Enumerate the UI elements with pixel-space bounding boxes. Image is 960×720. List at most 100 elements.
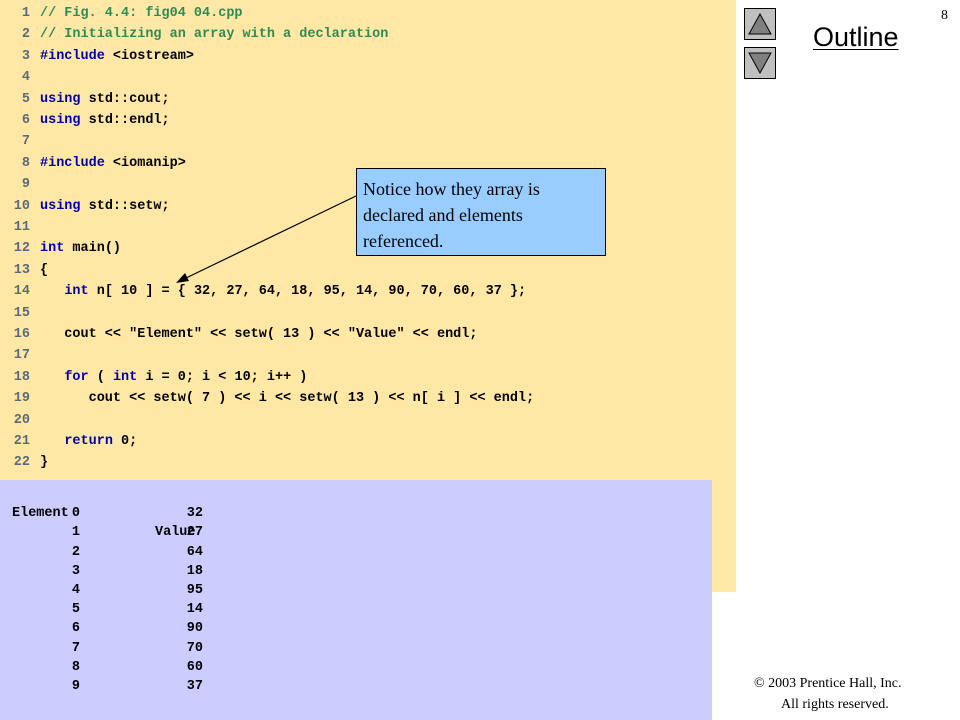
- code-line: 19 cout << setw( 7 ) << i << setw( 13 ) …: [0, 390, 534, 408]
- code-line: 12 int main(): [0, 240, 121, 258]
- copyright-line-1: © 2003 Prentice Hall, Inc.: [754, 676, 902, 691]
- callout-note: Notice how they array is declared and el…: [356, 168, 606, 256]
- line-number: 11: [13, 220, 30, 235]
- code-keyword: using: [40, 198, 81, 214]
- code-text: main(): [64, 241, 122, 257]
- code-text: <iomanip>: [104, 155, 186, 171]
- output-element-index: 9: [71, 679, 80, 694]
- code-keyword: int: [112, 369, 138, 385]
- line-number: 10: [13, 198, 30, 214]
- copyright-line-2: All rights reserved.: [781, 697, 889, 712]
- line-number: 12: [13, 241, 30, 257]
- code-keyword: return: [64, 434, 113, 449]
- line-number: 19: [13, 391, 30, 407]
- output-element-value: 32: [186, 506, 203, 522]
- line-number: 9: [21, 177, 30, 193]
- code-text: cout << setw( 7 ) << i << setw( 13 ) << …: [40, 391, 535, 407]
- output-row: 9 37: [0, 677, 712, 696]
- line-number: 17: [13, 348, 30, 364]
- code-line: 21 return 0;: [0, 433, 137, 451]
- line-number: 18: [13, 369, 30, 385]
- code-line: 17: [0, 347, 40, 365]
- code-text: }: [40, 455, 49, 471]
- output-row: 7 70: [0, 639, 712, 658]
- output-element-index: 8: [71, 659, 80, 675]
- code-text: n[ 10 ] = { 32, 27, 64, 18, 95, 14, 90, …: [88, 284, 527, 300]
- line-number: 16: [13, 327, 30, 342]
- output-row: 4 95: [0, 581, 712, 600]
- line-number: 13: [13, 262, 30, 278]
- code-text: i = 0; i < 10; i++ ): [137, 369, 308, 385]
- output-element-value: 60: [186, 659, 203, 675]
- line-number: 21: [13, 434, 30, 449]
- output-row: 3 18: [0, 562, 712, 581]
- code-line: 14 int n[ 10 ] = { 32, 27, 64, 18, 95, 1…: [0, 283, 526, 301]
- output-element-value: 95: [186, 583, 203, 598]
- code-line: 15: [0, 305, 40, 323]
- code-line: 1 // Fig. 4.4: fig04 04.cpp: [0, 5, 243, 23]
- callout-text: Notice how they array is declared and el…: [363, 179, 540, 251]
- code-line: 4: [0, 69, 40, 87]
- output-row: 6 90: [0, 619, 712, 638]
- output-element-index: 1: [71, 525, 80, 541]
- triangle-up-icon: [748, 12, 772, 35]
- code-keyword: using: [40, 113, 81, 128]
- line-number: 7: [21, 134, 30, 150]
- output-element-value: 14: [186, 602, 203, 618]
- output-element-index: 0: [71, 506, 80, 522]
- code-text: std::setw;: [80, 198, 170, 214]
- line-number: 1: [21, 6, 30, 21]
- code-line: 16 cout << "Element" << setw( 13 ) << "V…: [0, 326, 478, 344]
- output-row: 1 27: [0, 523, 712, 542]
- output-row: 2 64: [0, 543, 712, 562]
- outline-link[interactable]: Outline: [813, 22, 899, 53]
- code-text: <iostream>: [104, 48, 194, 64]
- line-number: 5: [21, 91, 30, 107]
- code-text: std::endl;: [80, 113, 170, 128]
- output-element-value: 70: [186, 640, 203, 656]
- code-line: 3 #include <iostream>: [0, 48, 194, 66]
- code-keyword: for: [64, 369, 89, 385]
- code-line: 6 using std::endl;: [0, 112, 170, 130]
- output-element-value: 27: [186, 525, 203, 541]
- code-line: 10 using std::setw;: [0, 198, 170, 216]
- code-keyword: int: [40, 241, 65, 257]
- code-line: 11: [0, 219, 40, 237]
- code-line: 18 for ( int i = 0; i < 10; i++ ): [0, 369, 308, 387]
- code-line: 22}: [0, 454, 48, 472]
- output-element-index: 7: [71, 640, 80, 656]
- code-line: 20: [0, 412, 40, 430]
- code-keyword: using: [40, 91, 81, 107]
- line-number: 8: [21, 155, 30, 171]
- code-comment: // Fig. 4.4: fig04 04.cpp: [40, 6, 243, 21]
- code-text: std::cout;: [80, 91, 170, 107]
- output-element-index: 2: [71, 544, 80, 560]
- line-number: 6: [21, 113, 30, 128]
- output-element-index: 5: [71, 602, 80, 618]
- line-number: 15: [13, 305, 30, 321]
- previous-slide-button[interactable]: [744, 8, 776, 40]
- line-number: 20: [13, 412, 30, 428]
- output-row: 8 60: [0, 658, 712, 677]
- output-row: 0 32: [0, 504, 712, 523]
- code-comment: // Initializing an array with a declarat…: [40, 27, 389, 43]
- line-number: 14: [13, 284, 30, 300]
- line-number: 4: [21, 70, 30, 86]
- code-line: 5 using std::cout;: [0, 91, 170, 109]
- output-element-index: 6: [71, 621, 80, 637]
- code-line: 8 #include <iomanip>: [0, 155, 186, 173]
- next-slide-button[interactable]: [744, 47, 776, 79]
- line-number: 2: [21, 27, 30, 43]
- output-element-index: 3: [71, 563, 80, 579]
- line-number: 3: [21, 48, 30, 64]
- output-element-value: 90: [186, 621, 203, 637]
- copyright-notice: © 2003 Prentice Hall, Inc. All rights re…: [754, 673, 902, 715]
- output-row: 5 14: [0, 600, 712, 619]
- output-header-row: Element Value: [0, 485, 712, 540]
- output-element-value: 37: [186, 679, 203, 694]
- code-line: 9: [0, 176, 40, 194]
- code-text: {: [40, 262, 49, 278]
